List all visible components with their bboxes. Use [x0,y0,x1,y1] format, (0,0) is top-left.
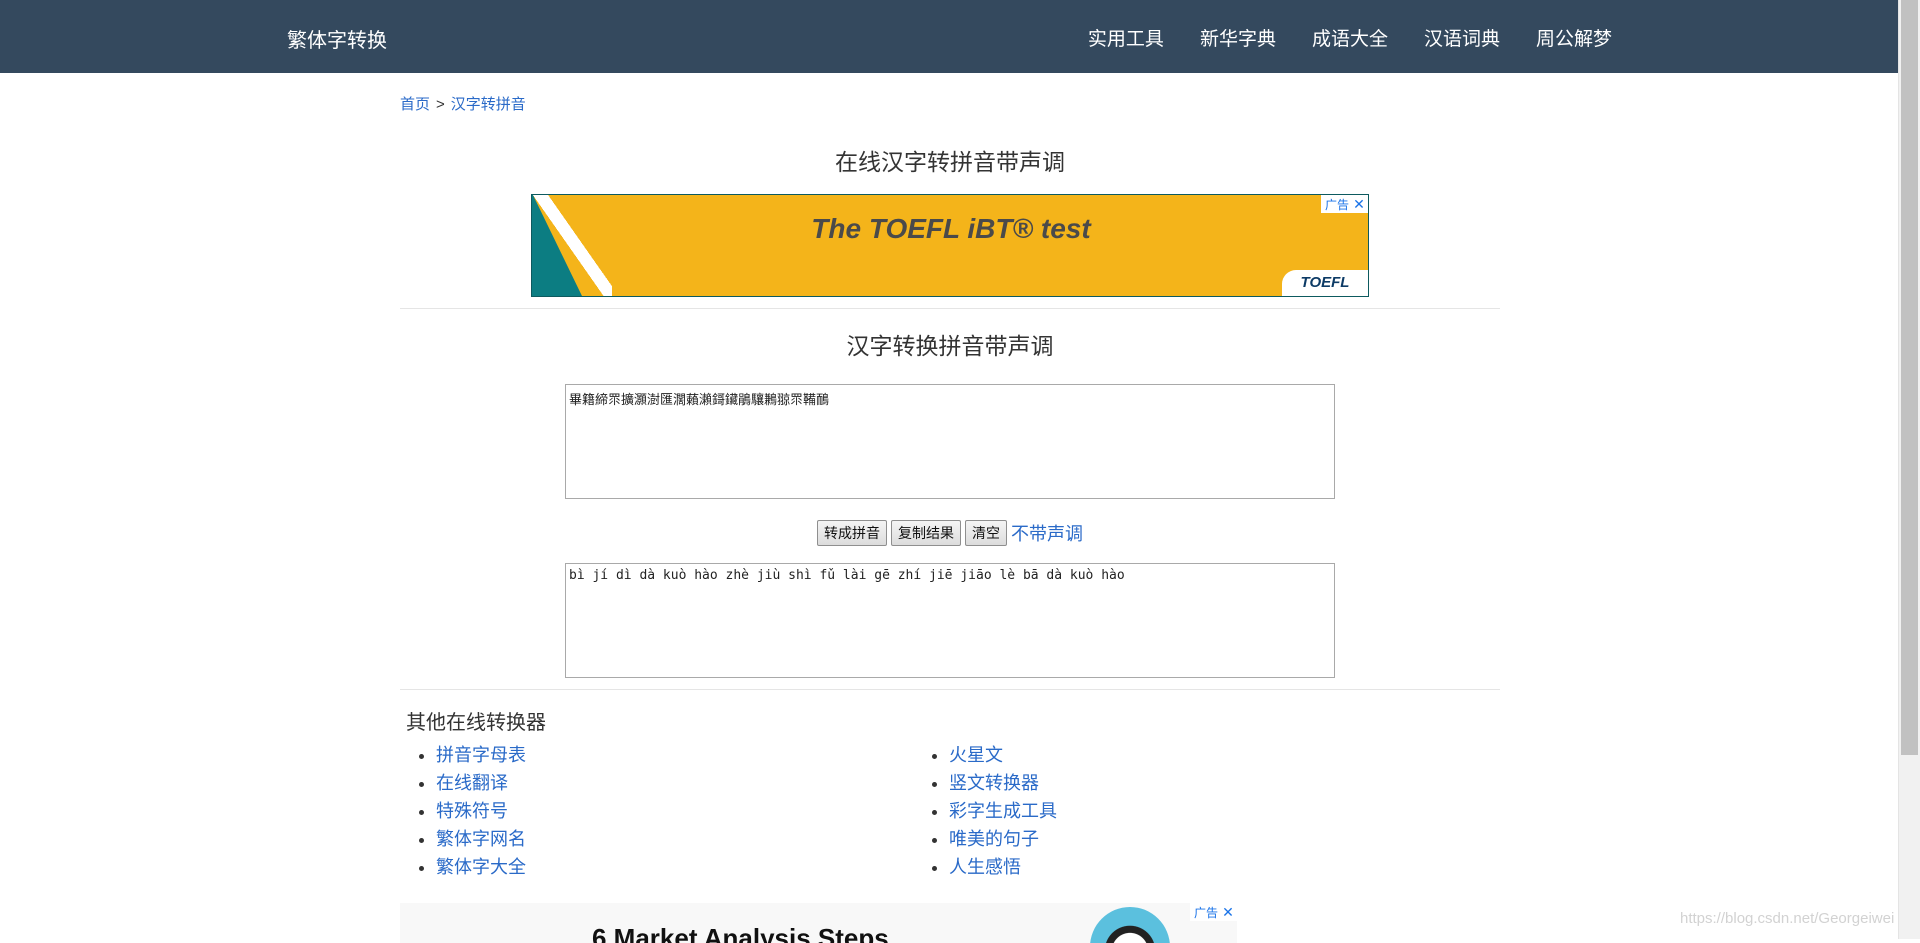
other-converters-title: 其他在线转换器 [406,712,546,734]
link-special-symbols[interactable]: 特殊符号 [436,801,508,821]
clear-button[interactable]: 清空 [965,520,1007,546]
list-item: 火星文 [949,741,1057,769]
list-item: 特殊符号 [436,797,526,825]
copy-result-button[interactable]: 复制结果 [891,520,961,546]
link-traditional-nicknames[interactable]: 繁体字网名 [436,829,526,849]
bottom-ad-graphic [1090,907,1170,943]
ad-choices-mark[interactable]: 广告 ✕ [1320,195,1368,213]
link-life-insights[interactable]: 人生感悟 [949,857,1021,877]
hanzi-input-textarea[interactable]: 畢籍締眔擴灝澍匯濶藾瀨鎶鑶鵑驤鶼翞眔鞴鴯 [565,384,1335,499]
page-title: 在线汉字转拼音带声调 [835,149,1065,175]
page-scrollbar[interactable] [1898,0,1920,939]
toefl-ad-banner[interactable]: The TOEFL iBT® test TOEFL 广告 ✕ [531,194,1369,297]
scrollbar-thumb[interactable] [1901,0,1918,755]
link-beautiful-sentences[interactable]: 唯美的句子 [949,829,1039,849]
nav-link-idioms[interactable]: 成语大全 [1312,24,1388,51]
list-item: 人生感悟 [949,853,1057,881]
link-online-translate[interactable]: 在线翻译 [436,773,508,793]
breadcrumb-home-link[interactable]: 首页 [400,96,430,113]
bottom-ad-banner[interactable]: 6 Market Analysis Steps 广告 ✕ [400,903,1237,943]
list-item: 竖文转换器 [949,769,1057,797]
list-item: 在线翻译 [436,769,526,797]
close-icon[interactable]: ✕ [1352,197,1366,211]
breadcrumb-current-link[interactable]: 汉字转拼音 [451,96,526,113]
ad-label: 广告 [1193,905,1218,920]
converter-title: 汉字转换拼音带声调 [846,333,1054,359]
ad-white-stripe [532,195,612,296]
watermark: https://blog.csdn.net/Georgeiwei [1680,910,1895,927]
top-navbar: 繁体字转换 实用工具 新华字典 成语大全 汉语词典 周公解梦 [0,0,1898,73]
ad-label: 广告 [1324,197,1349,212]
no-tone-link[interactable]: 不带声调 [1011,524,1083,544]
toefl-logo: TOEFL [1282,270,1368,296]
converter-actions: 转成拼音 复制结果 清空 不带声调 [400,520,1500,546]
convert-to-pinyin-button[interactable]: 转成拼音 [817,520,887,546]
close-icon[interactable]: ✕ [1221,905,1235,919]
other-converters-list-left: 拼音字母表 在线翻译 特殊符号 繁体字网名 繁体字大全 [400,741,526,881]
breadcrumb: 首页 > 汉字转拼音 [400,93,526,114]
list-item: 繁体字网名 [436,825,526,853]
nav-link-chinese-dictionary[interactable]: 汉语词典 [1424,24,1500,51]
nav-link-dream-interpretation[interactable]: 周公解梦 [1536,24,1612,51]
divider [400,689,1500,690]
link-martian-text[interactable]: 火星文 [949,745,1003,765]
link-pinyin-alphabet[interactable]: 拼音字母表 [436,745,526,765]
link-traditional-characters[interactable]: 繁体字大全 [436,857,526,877]
nav-links: 实用工具 新华字典 成语大全 汉语词典 周公解梦 [1088,24,1612,51]
list-item: 拼音字母表 [436,741,526,769]
nav-link-tools[interactable]: 实用工具 [1088,24,1164,51]
list-item: 唯美的句子 [949,825,1057,853]
list-item: 繁体字大全 [436,853,526,881]
bottom-ad-headline: 6 Market Analysis Steps [592,923,889,943]
other-converters-list-right: 火星文 竖文转换器 彩字生成工具 唯美的句子 人生感悟 [913,741,1057,881]
breadcrumb-separator: > [436,96,445,113]
list-item: 彩字生成工具 [949,797,1057,825]
link-color-text-tool[interactable]: 彩字生成工具 [949,801,1057,821]
site-brand-link[interactable]: 繁体字转换 [287,24,387,53]
nav-link-xinhua-dictionary[interactable]: 新华字典 [1200,24,1276,51]
link-vertical-text[interactable]: 竖文转换器 [949,773,1039,793]
ad-headline: The TOEFL iBT® test [811,213,1091,244]
divider [400,308,1500,309]
pinyin-output-textarea[interactable]: bì jí dì dà kuò hào zhè jiù shì fǔ lài g… [565,563,1335,678]
ad-choices-mark[interactable]: 广告 ✕ [1189,903,1237,921]
